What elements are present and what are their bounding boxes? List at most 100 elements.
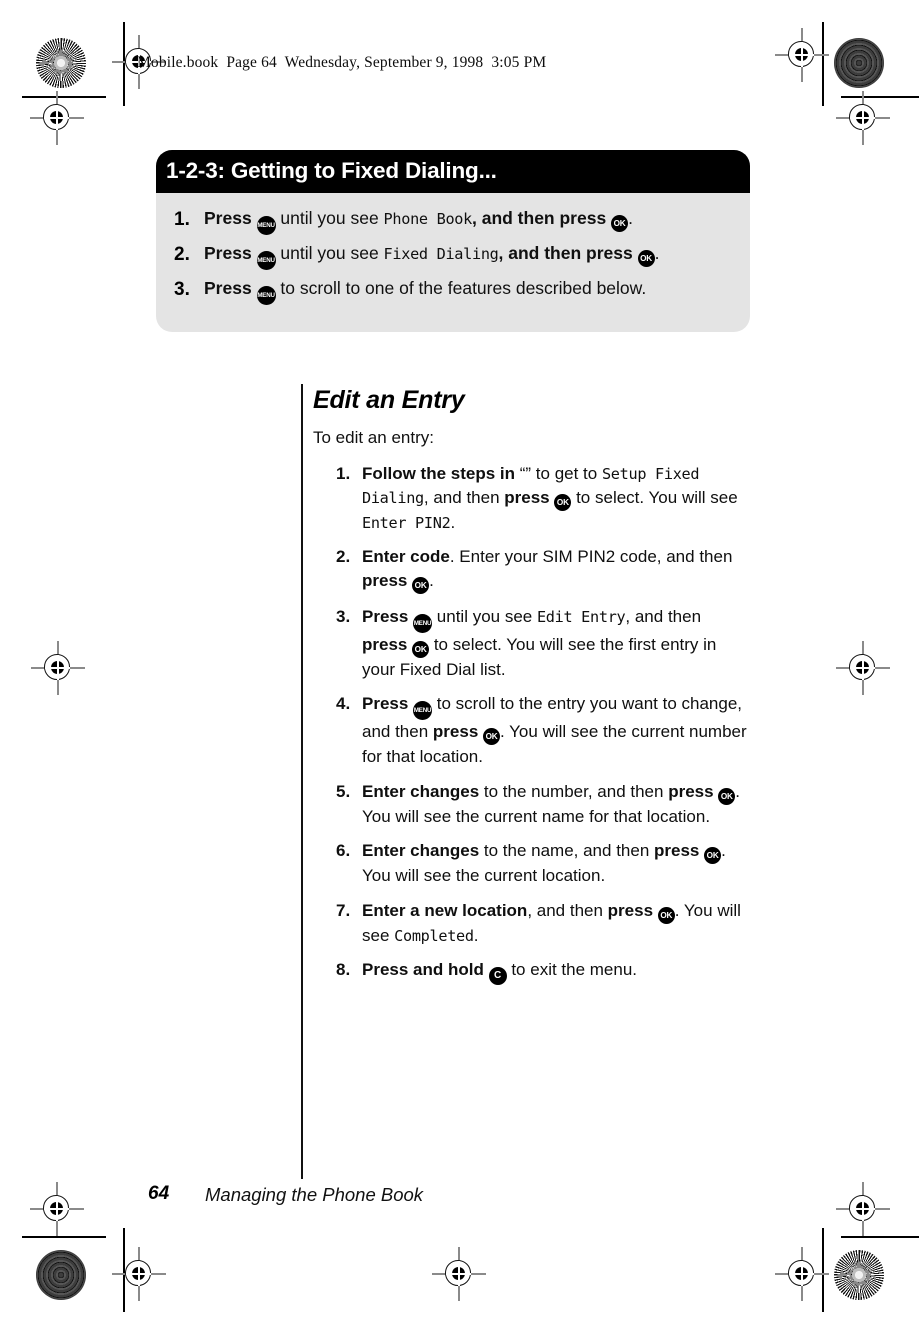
- step-5-t1: to the number, and then: [479, 781, 669, 801]
- step-6-number: 6.: [336, 841, 351, 861]
- callout-step-1-number: 1.: [174, 209, 190, 230]
- getting-to-fixed-dialing-callout: 1-2-3: Getting to Fixed Dialing... 1. Pr…: [156, 150, 750, 332]
- callout-step-1-end: .: [628, 208, 633, 228]
- menu-key-icon: MENU: [413, 613, 433, 633]
- edit-an-entry-step-list: 1. Follow the steps in “” to get to Setu…: [336, 462, 751, 996]
- step-4-press-bold: press: [432, 722, 479, 742]
- step-1-crossref-placeholder: “”: [519, 464, 532, 483]
- callout-step-3: 3. Press MENU to scroll to one of the fe…: [174, 277, 732, 305]
- registration-mark-bottom-left: [112, 1247, 166, 1301]
- ok-key-icon: OK: [483, 728, 501, 746]
- ok-key-icon: OK: [554, 493, 572, 511]
- ok-key-icon: OK: [637, 250, 655, 267]
- step-8-number: 8.: [336, 960, 351, 980]
- registration-mark-bottom-center: [432, 1247, 486, 1301]
- menu-key-icon: MENU: [256, 286, 276, 305]
- callout-step-1-device-text: Phone Book: [383, 210, 473, 228]
- step-6-press-bold: press: [654, 841, 700, 861]
- step-3-text: Press MENU until you see Edit Entry, and…: [362, 605, 751, 682]
- step-8: 8. Press and hold C to exit the menu.: [336, 958, 751, 986]
- step-1: 1. Follow the steps in “” to get to Setu…: [336, 462, 751, 534]
- step-3-press-bold: press: [362, 634, 408, 654]
- step-3: 3. Press MENU until you see Edit Entry, …: [336, 605, 751, 682]
- step-8-text: Press and hold C to exit the menu.: [362, 958, 751, 986]
- step-1-device-text-2: Enter PIN2: [362, 513, 451, 532]
- step-7-t1: , and then: [527, 900, 608, 920]
- ok-key-icon: OK: [704, 847, 722, 865]
- step-2-number: 2.: [336, 547, 351, 567]
- color-star-target-bottom-right: [834, 1250, 884, 1300]
- step-2-t4: .: [429, 570, 434, 590]
- color-ring-target-bottom-left: [36, 1250, 86, 1300]
- step-1-press-bold: press: [504, 487, 550, 507]
- callout-step-1: 1. Press MENU until you see Phone Book, …: [174, 207, 732, 235]
- callout-step-2-lead: Press: [204, 243, 252, 263]
- step-1-lead: Follow the steps in: [362, 464, 516, 483]
- color-star-target-top-left: [36, 38, 86, 88]
- step-1-t2: , and then: [423, 487, 505, 507]
- step-2-t1: . Enter your SIM PIN2 code, and then: [449, 547, 733, 567]
- step-4: 4. Press MENU to scroll to the entry you…: [336, 692, 751, 769]
- step-7-device-text: Completed: [394, 926, 474, 945]
- step-2-press-bold: press: [362, 570, 408, 590]
- step-4-lead: Press: [362, 694, 409, 714]
- ok-key-icon: OK: [412, 576, 430, 594]
- callout-step-2-mid: until you see: [275, 243, 384, 263]
- step-3-lead: Press: [362, 606, 409, 626]
- menu-key-icon: MENU: [256, 216, 276, 235]
- callout-step-1-lead: Press: [204, 208, 252, 228]
- step-6-t1: to the name, and then: [479, 841, 655, 861]
- step-5: 5. Enter changes to the number, and then…: [336, 780, 751, 829]
- callout-step-1-mid: until you see: [275, 208, 384, 228]
- callout-step-list: 1. Press MENU until you see Phone Book, …: [156, 193, 750, 305]
- step-3-t1: until you see: [432, 606, 537, 626]
- step-6-text: Enter changes to the name, and then pres…: [362, 839, 751, 888]
- callout-step-3-number: 3.: [174, 279, 190, 300]
- registration-mark-top-right: [775, 28, 829, 82]
- callout-step-3-text: Press MENU to scroll to one of the featu…: [204, 277, 732, 305]
- step-2: 2. Enter code. Enter your SIM PIN2 code,…: [336, 545, 751, 594]
- color-ring-target-top-right: [834, 38, 884, 88]
- step-7-text: Enter a new location, and then press OK.…: [362, 899, 751, 948]
- step-2-text: Enter code. Enter your SIM PIN2 code, an…: [362, 545, 751, 594]
- callout-step-2-end: .: [654, 243, 660, 263]
- step-2-lead: Enter code: [362, 547, 450, 567]
- clear-key-icon: C: [488, 967, 507, 986]
- section-heading: Edit an Entry: [313, 386, 465, 414]
- step-7: 7. Enter a new location, and then press …: [336, 899, 751, 948]
- callout-step-2-number: 2.: [174, 244, 190, 265]
- callout-step-2-text: Press MENU until you see Fixed Dialing, …: [204, 242, 732, 270]
- step-4-text: Press MENU to scroll to the entry you wa…: [362, 692, 751, 769]
- step-7-number: 7.: [336, 900, 351, 920]
- callout-step-2-device-text: Fixed Dialing: [383, 245, 499, 263]
- step-8-t3: to exit the menu.: [506, 960, 638, 980]
- step-3-t2: , and then: [625, 606, 702, 626]
- step-7-lead: Enter a new location: [362, 900, 528, 920]
- registration-mark-lower-left: [30, 1182, 84, 1236]
- ok-key-icon: OK: [718, 787, 736, 805]
- step-7-t4: .: [473, 925, 479, 945]
- footer-chapter-title: Managing the Phone Book: [205, 1184, 424, 1205]
- section-intro-text: To edit an entry:: [313, 428, 434, 447]
- footer-page-number: 64: [148, 1183, 170, 1204]
- step-3-device-text: Edit Entry: [536, 607, 626, 626]
- document-header-line: Mobile.book Page 64 Wednesday, September…: [137, 54, 547, 71]
- step-5-number: 5.: [336, 781, 351, 801]
- ok-key-icon: OK: [611, 215, 629, 232]
- step-4-number: 4.: [336, 694, 351, 714]
- registration-mark-lower-right: [836, 1182, 890, 1236]
- trim-mark-bottom-left-horizontal: [22, 1236, 106, 1238]
- step-1-text: Follow the steps in “” to get to Setup F…: [362, 462, 751, 534]
- ok-key-icon: OK: [412, 640, 430, 658]
- callout-step-3-mid: to scroll to one of the features describ…: [275, 278, 647, 298]
- step-7-press-bold: press: [607, 900, 654, 920]
- callout-step-1-tail: , and then press: [471, 208, 607, 228]
- step-1-t1: to get to: [531, 464, 602, 483]
- callout-title: 1-2-3: Getting to Fixed Dialing...: [156, 150, 750, 193]
- step-1-number: 1.: [336, 464, 351, 483]
- callout-step-2: 2. Press MENU until you see Fixed Dialin…: [174, 242, 732, 270]
- step-1-t4: .: [450, 512, 456, 532]
- callout-step-3-lead: Press: [204, 278, 252, 298]
- trim-mark-bottom-right-horizontal: [841, 1236, 919, 1238]
- step-3-number: 3.: [336, 606, 351, 626]
